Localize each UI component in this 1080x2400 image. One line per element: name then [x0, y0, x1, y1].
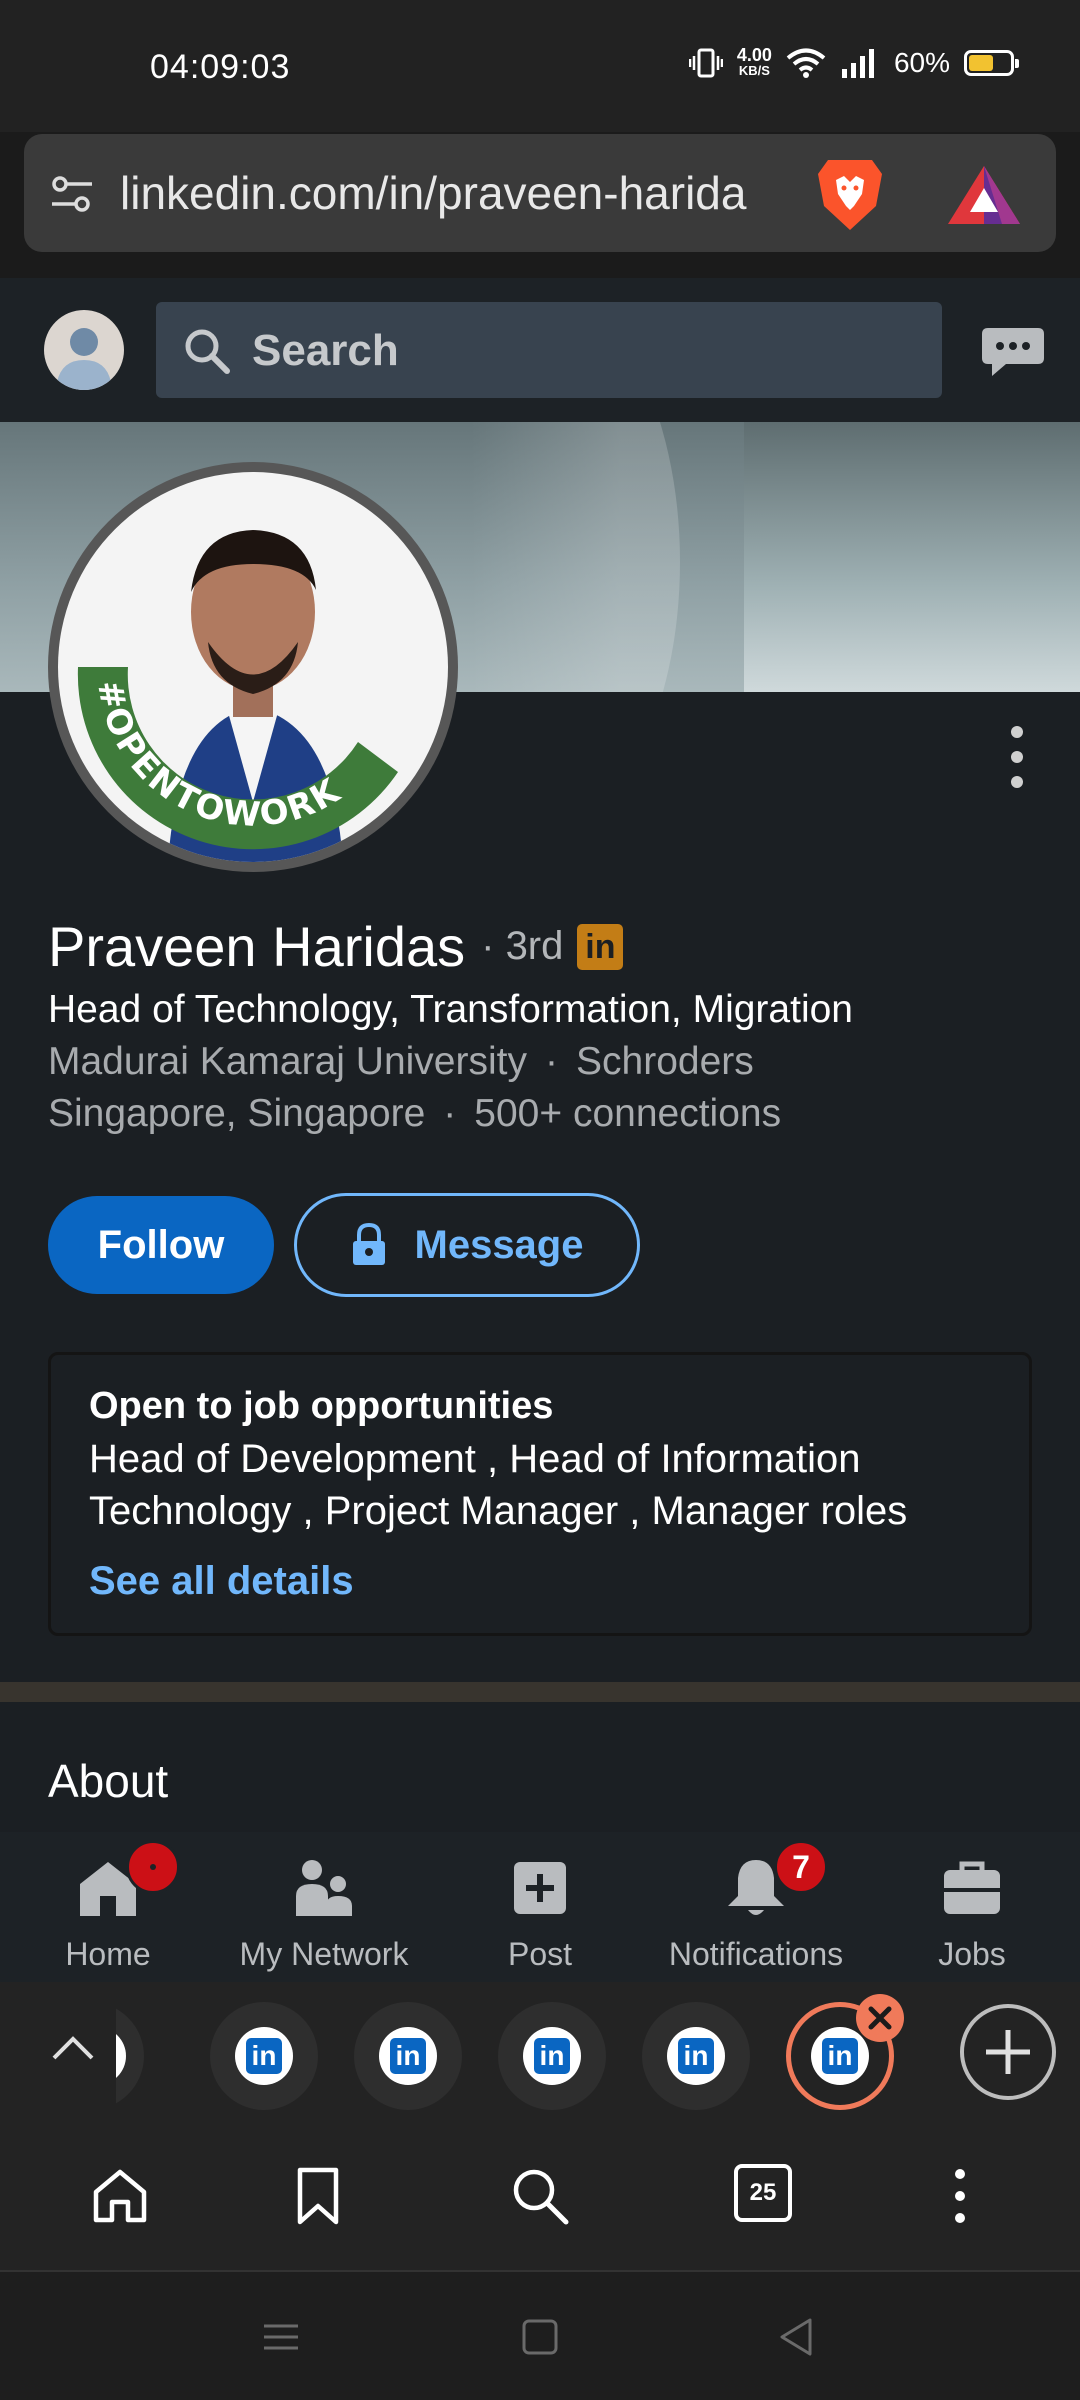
nav-notifications-label: Notifications	[668, 1936, 844, 1972]
close-tab-button[interactable]	[856, 1994, 904, 2042]
name-row: Praveen Haridas · 3rd in	[48, 914, 624, 979]
connections-count[interactable]: 500+ connections	[474, 1092, 781, 1135]
profile-main: #OPENTOWORK Praveen Haridas · 3rd in Hea…	[0, 422, 1080, 1832]
tab-partial[interactable]	[116, 2002, 144, 2110]
education-company-line: Madurai Kamaraj University · Schroders	[48, 1040, 754, 1083]
follow-button[interactable]: Follow	[48, 1196, 274, 1294]
bookmark-icon[interactable]	[286, 2164, 350, 2228]
search-input[interactable]: Search	[156, 302, 942, 398]
signal-icon	[841, 49, 874, 78]
post-icon	[514, 1862, 566, 1914]
status-icons: 4.00 KB/S 60%	[688, 45, 1019, 80]
profile-photo[interactable]: #OPENTOWORK	[48, 462, 458, 872]
plus-icon	[986, 2030, 1030, 2074]
nav-home-label: Home	[65, 1936, 151, 1972]
messaging-icon[interactable]	[978, 322, 1048, 382]
brave-shields-icon[interactable]	[814, 154, 886, 234]
profile-name: Praveen Haridas	[48, 915, 466, 978]
linkedin-icon: in	[667, 2027, 725, 2085]
new-tab-button[interactable]	[960, 2004, 1056, 2100]
nav-jobs-label: Jobs	[938, 1936, 1006, 1972]
wifi-icon	[786, 48, 826, 78]
site-settings-icon[interactable]	[48, 170, 96, 218]
more-options-icon[interactable]	[1002, 722, 1032, 792]
tab-switcher-button[interactable]: 25	[734, 2164, 792, 2222]
linkedin-bottom-nav: Home My Network Post 7 Notifications Job…	[0, 1832, 1080, 1982]
home-badge	[126, 1840, 180, 1894]
nav-post[interactable]: Post	[432, 1832, 648, 1982]
linkedin-icon: in	[523, 2027, 581, 2085]
network-icon	[296, 1860, 352, 1916]
open-to-work-roles: Head of Development , Head of Informatio…	[89, 1437, 908, 1533]
search-placeholder: Search	[252, 326, 399, 375]
nav-notifications[interactable]: 7 Notifications	[648, 1832, 864, 1982]
lock-icon	[352, 1223, 385, 1265]
status-bar: 04:09:03 4.00 KB/S 60%	[0, 0, 1080, 132]
brave-rewards-icon[interactable]	[946, 162, 1022, 226]
home-icon[interactable]	[88, 2164, 152, 2228]
user-avatar[interactable]	[44, 310, 124, 390]
about-heading: About	[48, 1755, 169, 1807]
education: Madurai Kamaraj University	[48, 1040, 527, 1083]
system-nav-bar	[0, 2270, 1080, 2400]
status-time: 04:09:03	[150, 48, 291, 86]
message-button[interactable]: Message	[294, 1193, 640, 1297]
tab-strip: in in in in in	[0, 1982, 1080, 2122]
section-divider	[0, 1682, 1080, 1702]
close-icon	[868, 2006, 892, 2030]
premium-badge-icon: in	[577, 923, 624, 970]
nav-network-label: My Network	[239, 1936, 409, 1972]
address-bar[interactable]: linkedin.com/in/praveen-harida	[24, 134, 1056, 252]
open-to-work-card[interactable]: Open to job opportunities Head of Develo…	[48, 1352, 1032, 1636]
menu-dots-icon[interactable]	[928, 2164, 992, 2228]
nav-jobs[interactable]: Jobs	[864, 1832, 1080, 1982]
vibrate-icon	[688, 48, 723, 78]
nav-my-network[interactable]: My Network	[216, 1832, 432, 1982]
open-to-work-title: Open to job opportunities	[89, 1385, 554, 1427]
profile-headline: Head of Technology, Transformation, Migr…	[48, 988, 853, 1031]
search-icon[interactable]	[508, 2164, 572, 2228]
tab-linkedin[interactable]: in	[354, 2002, 462, 2110]
nav-home[interactable]: Home	[0, 1832, 216, 1982]
net-speed: 4.00 KB/S	[736, 45, 772, 78]
nav-post-label: Post	[507, 1936, 573, 1972]
location: Singapore, Singapore	[48, 1092, 426, 1135]
company: Schroders	[576, 1040, 754, 1083]
home-square-icon[interactable]	[515, 2312, 565, 2362]
see-all-details-link[interactable]: See all details	[89, 1559, 354, 1604]
connection-degree: · 3rd	[481, 924, 564, 968]
message-label: Message	[414, 1222, 584, 1267]
linkedin-header: Search	[0, 278, 1080, 422]
linkedin-icon: in	[379, 2027, 437, 2085]
search-icon	[185, 329, 230, 374]
linkedin-icon: in	[235, 2027, 293, 2085]
tab-linkedin[interactable]: in	[210, 2002, 318, 2110]
profile-portrait: #OPENTOWORK	[77, 530, 398, 862]
recents-menu-icon[interactable]	[256, 2312, 306, 2362]
tab-linkedin[interactable]: in	[498, 2002, 606, 2110]
browser-toolbar	[0, 2122, 1080, 2270]
location-connections-line: Singapore, Singapore · 500+ connections	[48, 1092, 782, 1135]
notifications-badge: 7	[774, 1840, 828, 1894]
chevron-up-icon[interactable]	[48, 2024, 98, 2074]
tab-linkedin[interactable]: in	[642, 2002, 750, 2110]
url-text[interactable]: linkedin.com/in/praveen-harida	[120, 166, 820, 220]
briefcase-icon	[944, 1861, 1000, 1914]
battery-percent: 60%	[893, 47, 950, 78]
back-triangle-icon[interactable]	[772, 2312, 822, 2362]
battery-icon	[964, 50, 1019, 76]
